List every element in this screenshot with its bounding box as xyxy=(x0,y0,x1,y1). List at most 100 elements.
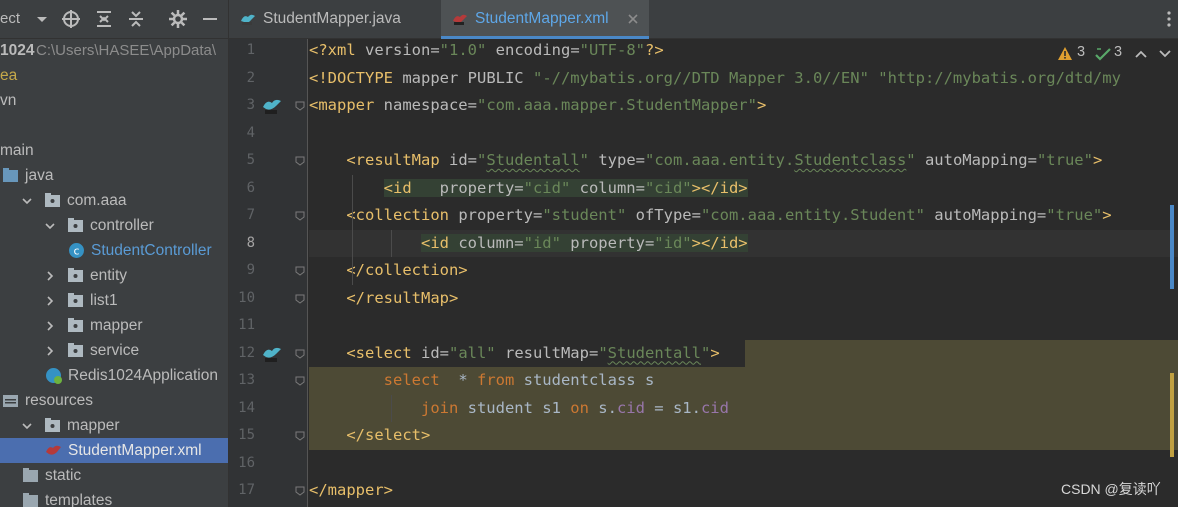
code-line[interactable]: join student s1 on s.cid = s1.cid xyxy=(309,395,1178,423)
tree-item[interactable]: com.aaa xyxy=(0,188,228,213)
chevron-up-icon[interactable] xyxy=(1133,46,1149,62)
code-token: cid xyxy=(616,398,645,417)
code-line[interactable]: </collection> xyxy=(309,257,1178,285)
code-line[interactable]: <id column="id" property="id"></id> xyxy=(309,230,1178,258)
fold-marker-icon[interactable] xyxy=(295,486,305,496)
code-token: " xyxy=(579,151,589,169)
mybatis-navigate-icon[interactable] xyxy=(261,344,283,364)
tree-item[interactable]: StudentMapper.xml xyxy=(0,438,228,463)
code-line[interactable]: </select> xyxy=(309,422,1178,450)
code-token: </resultMap> xyxy=(346,288,459,307)
dropdown-arrow-icon[interactable] xyxy=(32,9,52,29)
collapse-all-icon[interactable] xyxy=(126,9,146,29)
code-token: "com.aaa.mapper.StudentMapper" xyxy=(476,96,757,114)
chevron-down-icon[interactable] xyxy=(1157,46,1173,62)
indent-guide xyxy=(391,229,393,257)
chevron-right-icon[interactable] xyxy=(45,346,55,356)
spring-app-icon xyxy=(46,368,62,384)
close-icon[interactable] xyxy=(626,12,640,26)
tree-item[interactable]: mapper xyxy=(0,413,228,438)
code-line[interactable]: <resultMap id="Studentall" type="com.aaa… xyxy=(309,147,1178,175)
fold-marker-icon[interactable] xyxy=(295,431,305,441)
code-token: </select> xyxy=(346,426,431,444)
tree-item[interactable]: main xyxy=(0,138,228,163)
code-line[interactable]: <id property="cid" column="cid"></id> xyxy=(309,175,1178,203)
tab-student-mapper-xml[interactable]: StudentMapper.xml xyxy=(441,0,649,39)
tree-item[interactable]: resources xyxy=(0,388,228,413)
fold-marker-icon[interactable] xyxy=(295,294,305,304)
tree-item[interactable]: mapper xyxy=(0,313,228,338)
scrollbar-marker xyxy=(1170,373,1174,457)
code-token: namespace= xyxy=(383,96,477,114)
chevron-down-icon[interactable] xyxy=(45,221,55,231)
tab-student-mapper-java[interactable]: StudentMapper.java xyxy=(229,0,439,38)
code-token: column= xyxy=(570,178,645,197)
fold-marker-icon[interactable] xyxy=(295,211,305,221)
more-options-icon[interactable] xyxy=(1167,11,1171,27)
fold-marker-icon[interactable] xyxy=(295,266,305,276)
code-token: "UTF-8" xyxy=(579,41,645,59)
gear-icon[interactable] xyxy=(168,9,188,29)
code-token: encoding= xyxy=(486,41,580,59)
code-line[interactable] xyxy=(309,120,1178,148)
code-line[interactable]: </resultMap> xyxy=(309,285,1178,313)
code-line[interactable]: </mapper> xyxy=(309,477,1178,505)
code-token: > xyxy=(710,343,720,362)
tree-item[interactable]: service xyxy=(0,338,228,363)
tree-item[interactable]: Redis1024Application xyxy=(0,363,228,388)
tree-item[interactable]: templates xyxy=(0,488,228,507)
chevron-right-icon[interactable] xyxy=(45,321,55,331)
code-line[interactable]: <?xml version="1.0" encoding="UTF-8"?> xyxy=(309,39,1178,65)
tree-item[interactable]: controller xyxy=(0,213,228,238)
tree-item[interactable]: ea xyxy=(0,63,228,88)
chevron-right-icon[interactable] xyxy=(45,296,55,306)
chevron-down-icon[interactable] xyxy=(22,196,32,206)
code-token: </mapper> xyxy=(309,481,393,499)
expand-all-icon[interactable] xyxy=(94,9,114,29)
tree-item[interactable]: 1024 C:\Users\HASEE\AppData\ xyxy=(0,38,228,63)
code-token: > xyxy=(1102,206,1112,224)
indent-guide xyxy=(351,174,353,285)
project-view-selector[interactable]: ect xyxy=(0,10,20,27)
fold-marker-icon[interactable] xyxy=(295,376,305,386)
tree-item[interactable]: vn xyxy=(0,88,228,113)
code-token: <select xyxy=(346,343,421,362)
code-token: select xyxy=(383,371,440,389)
tree-item-label: StudentMapper.xml xyxy=(68,442,202,459)
scrollbar-marker xyxy=(1170,205,1174,289)
code-line[interactable]: select * from studentclass s xyxy=(309,367,1178,395)
code-line[interactable]: <!DOCTYPE mapper PUBLIC "-//mybatis.org/… xyxy=(309,65,1178,93)
code-token: </collection> xyxy=(346,261,468,279)
code-line[interactable] xyxy=(309,450,1178,478)
tree-item[interactable] xyxy=(0,113,228,138)
fold-marker-icon[interactable] xyxy=(295,101,305,111)
line-number: 12 xyxy=(238,344,255,361)
hide-panel-icon[interactable] xyxy=(200,9,220,29)
tree-item[interactable]: java xyxy=(0,163,228,188)
fold-marker-icon[interactable] xyxy=(295,156,305,166)
line-number: 7 xyxy=(246,207,255,223)
inspection-widget[interactable]: 3 3 xyxy=(1057,43,1177,65)
code-token: * xyxy=(439,371,477,389)
code-token: <id xyxy=(420,233,449,252)
code-line[interactable] xyxy=(309,312,1178,340)
tree-item-label: service xyxy=(90,342,140,359)
code-line[interactable]: <mapper namespace="com.aaa.mapper.Studen… xyxy=(309,92,1178,120)
mybatis-navigate-icon[interactable] xyxy=(261,96,283,116)
code-token: resultMap= xyxy=(495,343,599,362)
code-token: autoMapping= xyxy=(915,151,1037,169)
code-line[interactable]: <select id="all" resultMap="Studentall"> xyxy=(309,340,1178,368)
locate-icon[interactable] xyxy=(61,9,81,29)
tree-item-label: resources xyxy=(25,392,94,409)
tree-item[interactable]: static xyxy=(0,463,228,488)
fold-marker-icon[interactable] xyxy=(295,349,305,359)
chevron-right-icon[interactable] xyxy=(45,271,55,281)
tree-item[interactable]: entity xyxy=(0,263,228,288)
code-line[interactable]: <collection property="student" ofType="c… xyxy=(309,202,1178,230)
code-editor[interactable]: 1 2 3 4 5 6 7 8 9 10 11 12 13 14 15 16 17 <?xml version=… xyxy=(229,39,1178,507)
tree-item[interactable]: c StudentController xyxy=(0,238,228,263)
tree-item[interactable]: list1 xyxy=(0,288,228,313)
chevron-down-icon[interactable] xyxy=(22,421,32,431)
